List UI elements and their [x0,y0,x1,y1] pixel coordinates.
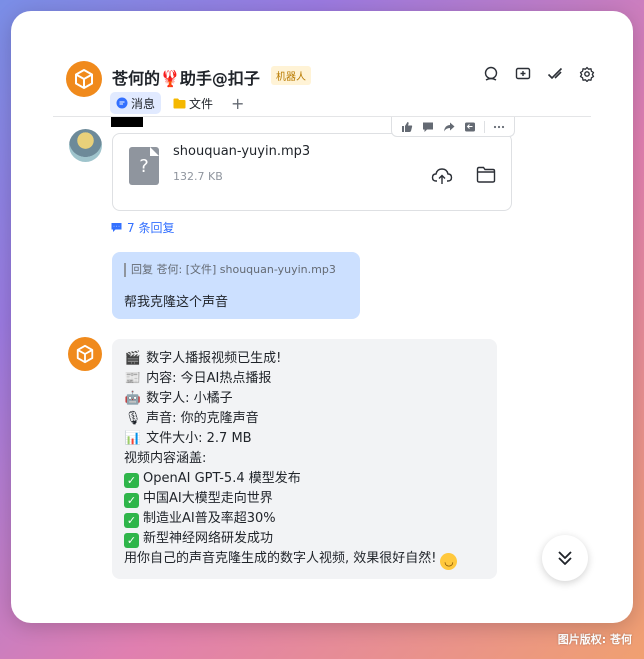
message-line: ✓ 新型神经网络研发成功 [124,529,485,549]
message-line: 🤖 数字人: 小橘子 [124,389,485,409]
message-line: 🎬 数字人播报视频已生成! [124,349,485,369]
comment-icon[interactable] [421,120,435,134]
add-chat-icon[interactable] [514,65,532,83]
copyright-watermark: 图片版权: 苍何 [557,633,632,646]
line-text: 数字人: 小橘子 [146,391,233,406]
add-tab-button[interactable]: + [231,94,244,113]
message-icon [116,97,128,109]
message-list[interactable]: ? shouquan-yuyin.mp3 132.7 KB 7 条回复 回复 苍… [11,117,633,582]
check-mark-icon: ✓ [124,533,139,548]
my-message-bubble[interactable]: 回复 苍何: [文件] shouquan-yuyin.mp3 帮我克隆这个声音 [112,252,360,319]
bot-avatar[interactable] [66,61,102,97]
scroll-to-bottom-button[interactable] [542,535,588,581]
chat-window: 苍何的🦞助手@扣子 机器人 消息 文件 + ? shouquan-yuyin.m… [11,11,633,623]
cube-logo-icon [75,69,93,89]
more-icon[interactable] [492,120,506,134]
line-text: 用你自己的声音克隆生成的数字人视频, 效果很好自然! [124,551,437,566]
message-line: 🎙 声音: 你的克隆声音 [124,409,485,429]
newspaper-icon: 📰 [124,371,142,386]
line-text: 文件大小: 2.7 MB [146,431,252,446]
bot-avatar[interactable] [68,337,102,371]
line-text: 新型神经网络研发成功 [143,531,274,546]
message-line: ✓ 中国AI大模型走向世界 [124,489,485,509]
cube-logo-icon [76,344,94,364]
unknown-file-icon: ? [129,147,159,185]
message-text: 帮我克隆这个声音 [124,295,229,310]
chat-tabs: 消息 文件 + [110,92,244,114]
folder-icon [173,98,186,108]
microphone-icon: 🎙 [124,411,142,426]
line-text: 制造业AI普及率超30% [143,511,276,526]
tab-files[interactable]: 文件 [167,92,219,114]
file-attachment-card[interactable]: ? shouquan-yuyin.mp3 132.7 KB [112,133,512,211]
line-text: 声音: 你的克隆声音 [146,411,259,426]
message-line: 📊 文件大小: 2.7 MB [124,429,485,449]
reply-icon[interactable] [463,120,477,134]
line-text: 中国AI大模型走向世界 [143,491,273,506]
redacted-sender-name [111,117,143,127]
toolbar-separator [484,120,486,133]
open-folder-icon[interactable] [476,166,498,186]
bar-chart-icon: 📊 [124,431,142,446]
chat-header: 苍何的🦞助手@扣子 机器人 消息 文件 + [66,61,596,121]
check-mark-icon: ✓ [124,473,139,488]
tab-messages[interactable]: 消息 [110,92,162,114]
search-chat-icon[interactable] [482,65,500,83]
message-line: 📰 内容: 今日AI热点播报 [124,369,485,389]
bot-message-bubble[interactable]: 🎬 数字人播报视频已生成! 📰 内容: 今日AI热点播报 🤖 数字人: 小橘子 … [112,339,497,579]
message-line: ✓ OpenAI GPT-5.4 模型发布 [124,469,485,489]
double-chevron-down-icon [558,551,572,565]
header-toolbar [482,65,596,83]
thumbs-up-icon[interactable] [400,120,414,134]
message-line: 视频内容涵盖: [124,451,207,466]
chat-title: 苍何的🦞助手@扣子 [112,69,260,88]
settings-icon[interactable] [578,65,596,83]
bot-badge: 机器人 [271,66,311,85]
reply-count-label: 7 条回复 [127,221,175,235]
file-name[interactable]: shouquan-yuyin.mp3 [173,144,310,159]
line-text: 数字人播报视频已生成! [146,351,282,366]
robot-icon: 🤖 [124,391,142,406]
file-size: 132.7 KB [173,170,223,183]
thread-reply-link[interactable]: 7 条回复 [111,219,174,236]
clapper-icon: 🎬 [124,351,142,366]
user-avatar[interactable] [69,129,102,162]
todo-check-icon[interactable] [546,65,564,83]
check-mark-icon: ✓ [124,493,139,508]
check-mark-icon: ✓ [124,513,139,528]
reply-thread-icon [111,223,122,232]
forward-icon[interactable] [442,120,456,134]
smile-emoji-icon: ◡ [440,553,458,570]
quoted-reply[interactable]: 回复 苍何: [文件] shouquan-yuyin.mp3 [124,263,348,277]
tab-label: 文件 [189,96,214,111]
message-hover-toolbar [391,117,515,137]
line-text: 内容: 今日AI热点播报 [146,371,272,386]
line-text: OpenAI GPT-5.4 模型发布 [143,471,301,486]
save-to-cloud-icon[interactable] [431,166,453,186]
message-line: 用你自己的声音克隆生成的数字人视频, 效果很好自然! ◡ [124,549,485,570]
tab-label: 消息 [131,96,156,111]
message-line: ✓ 制造业AI普及率超30% [124,509,485,529]
